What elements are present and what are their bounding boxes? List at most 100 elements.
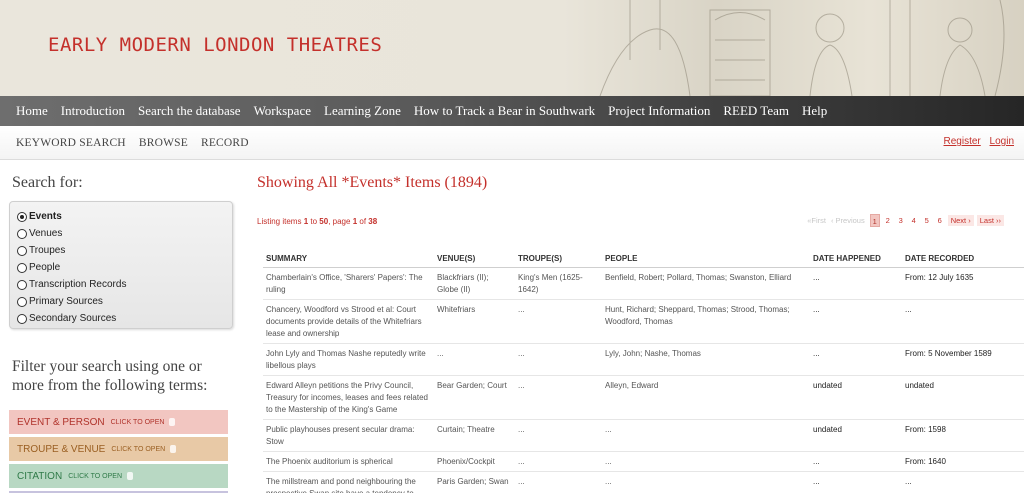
cell-date-happened: undated: [810, 419, 902, 452]
nav-track-bear[interactable]: How to Track a Bear in Southwark: [414, 103, 595, 119]
table-row[interactable]: Chamberlain's Office, 'Sharers' Papers':…: [263, 267, 1024, 300]
nav-reed-team[interactable]: REED Team: [723, 103, 789, 119]
page-6[interactable]: 6: [935, 214, 945, 227]
listing-from: 1: [303, 217, 309, 226]
cell-troupes[interactable]: ...: [515, 419, 602, 452]
cell-people[interactable]: ...: [602, 451, 810, 472]
login-link[interactable]: Login: [990, 136, 1014, 147]
cell-troupes[interactable]: King's Men (1625-1642): [515, 267, 602, 300]
nav-home[interactable]: Home: [16, 103, 48, 119]
help-icon[interactable]: [170, 445, 177, 453]
nav-project-information[interactable]: Project Information: [608, 103, 710, 119]
cell-troupes[interactable]: ...: [515, 471, 602, 493]
cell-people[interactable]: ...: [602, 471, 810, 493]
cell-venues[interactable]: Bear Garden; Court: [434, 375, 515, 420]
tab-keyword-search[interactable]: KEYWORD SEARCH: [16, 137, 126, 149]
table-row[interactable]: The millstream and pond neighbouring the…: [263, 471, 1024, 493]
table-row[interactable]: Public playhouses present secular drama:…: [263, 419, 1024, 452]
cell-summary[interactable]: The millstream and pond neighbouring the…: [263, 471, 434, 493]
radio-selected-icon[interactable]: [17, 211, 27, 222]
radio-icon[interactable]: [17, 245, 27, 256]
tab-record[interactable]: RECORD: [201, 137, 249, 149]
cell-venues[interactable]: Curtain; Theatre: [434, 419, 515, 452]
radio-icon[interactable]: [17, 228, 27, 239]
nav-learning-zone[interactable]: Learning Zone: [324, 103, 401, 119]
option-venues[interactable]: Venues: [17, 225, 232, 242]
option-secondary-sources[interactable]: Secondary Sources: [17, 310, 232, 327]
cell-people[interactable]: Lyly, John; Nashe, Thomas: [602, 343, 810, 376]
cell-venues[interactable]: Paris Garden; Swan: [434, 471, 515, 493]
cell-summary[interactable]: Chancery, Woodford vs Strood et al: Cour…: [263, 299, 434, 344]
listing-summary: Listing items 1 to 50, page 1 of 38: [257, 217, 377, 226]
click-to-open-hint: CLICK TO OPEN: [110, 418, 165, 426]
col-date-happened[interactable]: DATE HAPPENED: [810, 250, 902, 268]
page-5[interactable]: 5: [922, 214, 932, 227]
next-page-link[interactable]: Next ›: [947, 215, 974, 226]
main-nav: Home Introduction Search the database Wo…: [0, 96, 1024, 126]
page-2[interactable]: 2: [883, 214, 893, 227]
tab-browse[interactable]: BROWSE: [139, 137, 188, 149]
help-icon[interactable]: [127, 472, 133, 480]
search-for-heading: Search for:: [12, 174, 83, 191]
col-summary[interactable]: SUMMARY: [263, 250, 434, 268]
table-header-row: SUMMARY VENUE(S) TROUPE(S) PEOPLE DATE H…: [263, 250, 1024, 268]
col-people[interactable]: PEOPLE: [602, 250, 810, 268]
previous-page-link: ‹ Previous: [830, 216, 865, 225]
cell-troupes[interactable]: ...: [515, 451, 602, 472]
help-icon[interactable]: [169, 418, 176, 426]
nav-introduction[interactable]: Introduction: [61, 103, 125, 119]
nav-workspace[interactable]: Workspace: [254, 103, 311, 119]
table-row[interactable]: John Lyly and Thomas Nashe reputedly wri…: [263, 343, 1024, 376]
option-troupes[interactable]: Troupes: [17, 242, 232, 259]
nav-help[interactable]: Help: [802, 103, 827, 119]
cell-people[interactable]: ...: [602, 419, 810, 452]
table-row[interactable]: Chancery, Woodford vs Strood et al: Cour…: [263, 299, 1024, 344]
engraving-illustration: [599, 0, 1005, 96]
pane-label: CITATION: [17, 470, 63, 482]
cell-venues[interactable]: Whitefriars: [434, 299, 515, 344]
cell-troupes[interactable]: ...: [515, 299, 602, 344]
listing-total: 38: [368, 217, 378, 226]
option-transcription-records[interactable]: Transcription Records: [17, 276, 232, 293]
cell-venues[interactable]: Phoenix/Cockpit: [434, 451, 515, 472]
last-page-link[interactable]: Last ››: [976, 215, 1004, 226]
nav-search-database[interactable]: Search the database: [138, 103, 241, 119]
option-people[interactable]: People: [17, 259, 232, 276]
option-events[interactable]: Events: [17, 208, 232, 225]
radio-icon[interactable]: [17, 279, 27, 290]
cell-summary[interactable]: The Phoenix auditorium is spherical: [263, 451, 434, 472]
pane-citation[interactable]: CITATION CLICK TO OPEN: [9, 464, 228, 488]
register-link[interactable]: Register: [944, 136, 981, 147]
cell-summary[interactable]: Public playhouses present secular drama:…: [263, 419, 434, 452]
cell-people[interactable]: Benfield, Robert; Pollard, Thomas; Swans…: [602, 267, 810, 300]
cell-troupes[interactable]: ...: [515, 375, 602, 420]
cell-summary[interactable]: Edward Alleyn petitions the Privy Counci…: [263, 375, 434, 420]
col-venues[interactable]: VENUE(S): [434, 250, 515, 268]
pane-label: EVENT & PERSON: [17, 416, 105, 428]
pane-label: TROUPE & VENUE: [17, 443, 106, 455]
pane-event-person[interactable]: EVENT & PERSON CLICK TO OPEN: [9, 410, 228, 434]
cell-people[interactable]: Hunt, Richard; Sheppard, Thomas; Strood,…: [602, 299, 810, 344]
col-date-recorded[interactable]: DATE RECORDED: [902, 250, 1024, 268]
table-row[interactable]: Edward Alleyn petitions the Privy Counci…: [263, 375, 1024, 420]
cell-summary[interactable]: Chamberlain's Office, 'Sharers' Papers':…: [263, 267, 434, 300]
radio-icon[interactable]: [17, 296, 27, 307]
radio-icon[interactable]: [17, 313, 27, 324]
page-3[interactable]: 3: [896, 214, 906, 227]
option-primary-sources[interactable]: Primary Sources: [17, 293, 232, 310]
sub-nav: KEYWORD SEARCH BROWSE RECORD: [0, 126, 1024, 160]
cell-summary[interactable]: John Lyly and Thomas Nashe reputedly wri…: [263, 343, 434, 376]
page-4[interactable]: 4: [909, 214, 919, 227]
col-troupes[interactable]: TROUPE(S): [515, 250, 602, 268]
radio-icon[interactable]: [17, 262, 27, 273]
cell-people[interactable]: Alleyn, Edward: [602, 375, 810, 420]
pane-troupe-venue[interactable]: TROUPE & VENUE CLICK TO OPEN: [9, 437, 228, 461]
site-banner: EARLY MODERN LONDON THEATRES: [0, 0, 1024, 96]
table-row[interactable]: The Phoenix auditorium is spherical Phoe…: [263, 451, 1024, 472]
listing-page-word: , page: [328, 217, 351, 226]
cell-troupes[interactable]: ...: [515, 343, 602, 376]
page-1[interactable]: 1: [869, 214, 880, 227]
cell-venues[interactable]: ...: [434, 343, 515, 376]
cell-venues[interactable]: Blackfriars (II); Globe (II): [434, 267, 515, 300]
site-title[interactable]: EARLY MODERN LONDON THEATRES: [48, 34, 382, 56]
